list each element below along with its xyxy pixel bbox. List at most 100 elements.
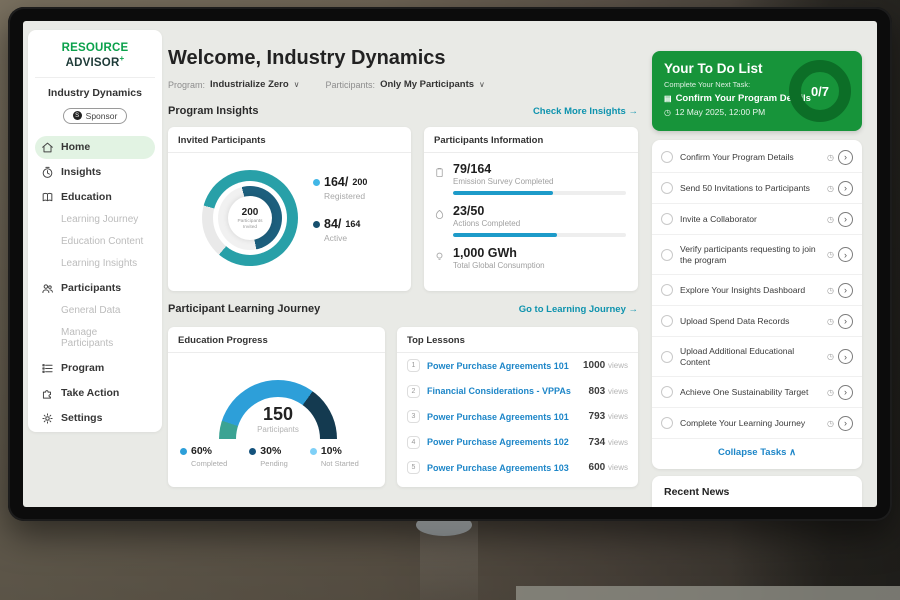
collapse-tasks-link[interactable]: Collapse Tasks ∧ [652,439,862,467]
task-chevron-button[interactable]: › [838,212,853,227]
progress-bar [453,233,626,237]
todo-card: Your To Do List Complete Your Next Task:… [652,51,862,131]
sidebar-item-program[interactable]: Program [35,357,155,380]
lesson-link[interactable]: Power Purchase Agreements 103 [427,463,589,473]
clock-icon: ◷ [827,286,834,295]
sidebar-item-home[interactable]: Home [35,136,155,159]
check-more-insights-link[interactable]: Check More Insights → [533,106,638,117]
info-item: 79/164Emission Survey Completed [434,162,626,195]
sponsor-badge: S Sponsor [63,108,128,124]
monitor-bezel: RESOURCE ADVISOR+ Industry Dynamics S Sp… [8,7,892,521]
card-title: Invited Participants [168,127,411,153]
lesson-link[interactable]: Power Purchase Agreements 102 [427,437,589,447]
lesson-rank-badge: 1 [407,359,420,372]
sidebar-item-insights[interactable]: Insights [35,161,155,184]
task-chevron-button[interactable]: › [838,181,853,196]
sidebar-subitem-education-content[interactable]: Education Content [35,231,155,253]
gauge-legend: 60%Completed30%Pending10%Not Started [180,445,380,468]
sidebar-item-label: Program [61,362,104,374]
lesson-link[interactable]: Financial Considerations - VPPAs [427,386,589,396]
sidebar-subitem-manage-participants[interactable]: Manage Participants [35,322,155,355]
todo-progress-value: 0/7 [811,84,829,99]
sidebar-item-participants[interactable]: Participants [35,277,155,300]
legend-item: 164/200Registered [313,175,367,201]
filters-row: Program: Industrialize Zero ∨ Participan… [168,79,485,90]
clock-icon: ◷ [664,108,671,117]
card-title: Top Lessons [397,327,638,353]
program-icon [41,362,54,375]
info-item: 1,000 GWhTotal Global Consumption [434,246,626,270]
task-checkbox[interactable] [661,213,673,225]
lesson-rank-badge: 3 [407,410,420,423]
task-chevron-button[interactable]: › [838,150,853,165]
clock-icon: ◷ [827,250,834,259]
take-action-icon [41,387,54,400]
lesson-row: 1Power Purchase Agreements 1011000 views [397,353,638,379]
program-filter[interactable]: Program: Industrialize Zero ∨ [168,79,300,90]
task-chevron-button[interactable]: › [838,416,853,431]
task-list-card: Confirm Your Program Details◷›Send 50 In… [652,140,862,469]
org-name: Industry Dynamics [35,87,155,99]
task-row: Verify participants requesting to join t… [652,235,862,275]
legend-dot [313,179,320,186]
sidebar-item-label: Education [61,191,112,203]
legend-dot [310,448,317,455]
chevron-down-icon: ∨ [294,80,300,89]
participants-icon [41,282,54,295]
consumption-icon [434,246,446,270]
lesson-rank-badge: 5 [407,461,420,474]
task-chevron-button[interactable]: › [838,314,853,329]
education-progress-card: Education Progress 150 Participants 60%C… [168,327,385,487]
lesson-row: 3Power Purchase Agreements 101793 views [397,404,638,430]
task-checkbox[interactable] [661,351,673,363]
task-chevron-button[interactable]: › [838,349,853,364]
sidebar-item-take-action[interactable]: Take Action [35,382,155,405]
card-title: Education Progress [168,327,385,353]
task-row: Achieve One Sustainability Target◷› [652,377,862,408]
legend-dot [180,448,187,455]
task-chevron-button[interactable]: › [838,385,853,400]
arrow-right-icon: → [629,304,639,315]
section-title-learning-journey: Participant Learning Journey [168,303,320,315]
section-title-program-insights: Program Insights [168,105,258,117]
clock-icon: ◷ [827,419,834,428]
sidebar-subitem-learning-insights[interactable]: Learning Insights [35,253,155,275]
participants-filter[interactable]: Participants: Only My Participants ∨ [326,79,485,90]
actions-icon [434,204,446,228]
task-row: Explore Your Insights Dashboard◷› [652,275,862,306]
task-checkbox[interactable] [661,386,673,398]
task-checkbox[interactable] [661,151,673,163]
sidebar-subitem-general-data[interactable]: General Data [35,300,155,322]
task-chevron-button[interactable]: › [838,283,853,298]
info-item: 23/50Actions Completed [434,204,626,237]
participants-information-card: Participants Information 79/164Emission … [424,127,638,291]
sidebar-item-settings[interactable]: Settings [35,407,155,430]
task-checkbox[interactable] [661,249,673,261]
card-title: Participants Information [424,127,638,153]
lesson-list: 1Power Purchase Agreements 1011000 views… [397,353,638,481]
task-checkbox[interactable] [661,284,673,296]
task-checkbox[interactable] [661,417,673,429]
legend-dot [249,448,256,455]
task-checkbox[interactable] [661,315,673,327]
lesson-link[interactable]: Power Purchase Agreements 101 [427,412,589,422]
clock-icon: ◷ [827,215,834,224]
task-row: Upload Additional Educational Content◷› [652,337,862,377]
task-chevron-button[interactable]: › [838,247,853,262]
sidebar-item-education[interactable]: Education [35,186,155,209]
sidebar-subitem-learning-journey[interactable]: Learning Journey [35,209,155,231]
sidebar-item-label: Home [61,141,90,153]
page-title: Welcome, Industry Dynamics [168,47,446,70]
recent-news-card: Recent News [652,476,862,507]
lesson-rank-badge: 2 [407,385,420,398]
donut-center: 200 Participants Invited [228,196,272,240]
task-checkbox[interactable] [661,182,673,194]
info-list: 79/164Emission Survey Completed 23/50Acti… [424,153,638,270]
legend-item: 60%Completed [180,445,227,468]
main-content: Welcome, Industry Dynamics Program: Indu… [168,21,638,507]
task-row: Invite a Collaborator◷› [652,204,862,235]
sidebar-item-label: Insights [61,166,101,178]
sidebar-nav: Home Insights Education Learning JourneyEdu… [35,134,155,430]
go-to-learning-journey-link[interactable]: Go to Learning Journey → [519,304,638,315]
lesson-link[interactable]: Power Purchase Agreements 101 [427,361,583,371]
